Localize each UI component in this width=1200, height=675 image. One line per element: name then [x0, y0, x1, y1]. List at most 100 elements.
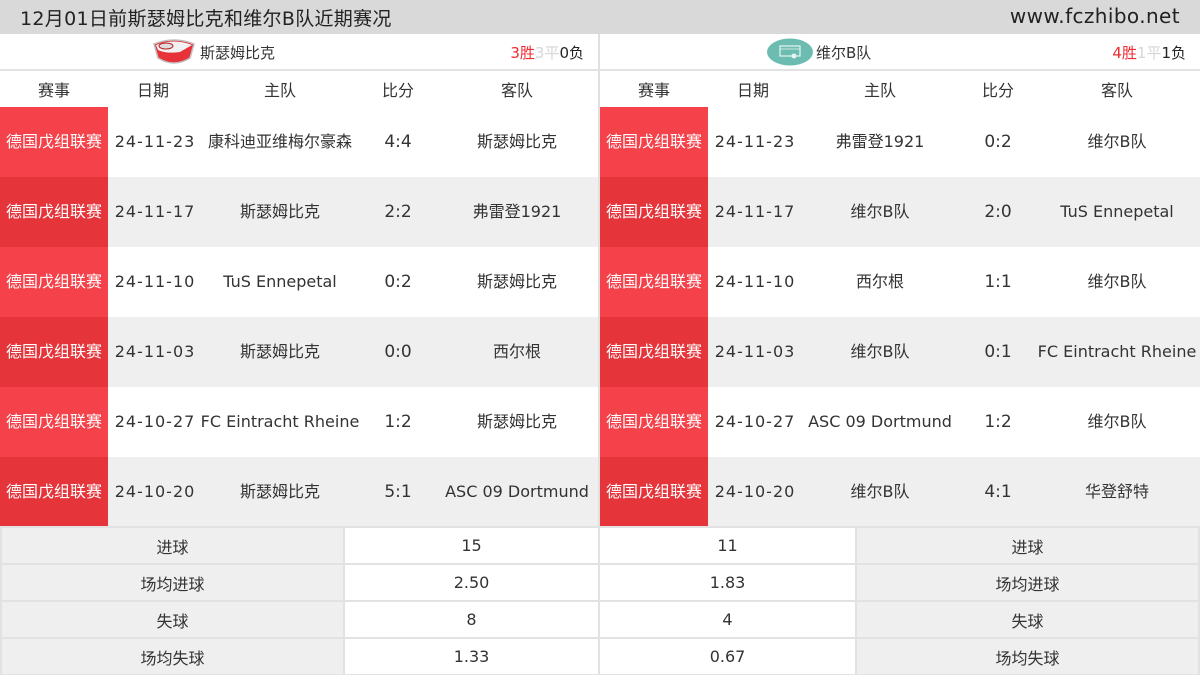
home-team-cell[interactable]: 维尔B队 — [798, 317, 962, 387]
right-stat-label: 进球 — [857, 528, 1198, 563]
league-cell[interactable]: 德国戊组联赛 — [600, 457, 708, 527]
record-wins: 3胜 — [510, 44, 535, 62]
match-row[interactable]: 德国戊组联赛 24-10-20 斯瑟姆比克 5:1 ASC 09 Dortmund — [0, 457, 598, 527]
team-name[interactable]: 维尔B队 — [816, 42, 871, 63]
page-title: 12月01日前斯瑟姆比克和维尔B队近期赛况 — [20, 8, 392, 30]
away-team-cell[interactable]: TuS Ennepetal — [1034, 177, 1200, 247]
away-team-cell[interactable]: 斯瑟姆比克 — [434, 107, 600, 177]
team-crest-icon — [150, 38, 198, 66]
match-row[interactable]: 德国戊组联赛 24-11-10 TuS Ennepetal 0:2 斯瑟姆比克 — [0, 247, 598, 317]
right-stat-label: 失球 — [857, 602, 1198, 637]
team-record: 3胜3平0负 — [510, 42, 584, 63]
away-team-cell[interactable]: 弗雷登1921 — [434, 177, 600, 247]
home-team-cell[interactable]: 西尔根 — [798, 247, 962, 317]
match-list: 德国戊组联赛 24-11-23 康科迪亚维梅尔豪森 4:4 斯瑟姆比克 德国戊组联赛 24-… — [0, 107, 598, 527]
score-cell: 0:2 — [384, 272, 412, 292]
right-stat-label: 场均失球 — [857, 639, 1198, 674]
score-cell: 4:1 — [984, 482, 1012, 502]
right-team-header: 维尔B队 4胜1平1负 — [600, 34, 1200, 71]
away-team-cell[interactable]: ASC 09 Dortmund — [434, 457, 600, 527]
home-team-cell[interactable]: 维尔B队 — [798, 457, 962, 527]
home-team-cell[interactable]: TuS Ennepetal — [198, 247, 362, 317]
date-cell: 24-10-27 — [714, 412, 796, 431]
league-cell[interactable]: 德国戊组联赛 — [600, 317, 708, 387]
home-team-cell[interactable]: 维尔B队 — [798, 177, 962, 247]
record-wins: 4胜 — [1112, 44, 1137, 62]
away-team-cell[interactable]: 华登舒特 — [1034, 457, 1200, 527]
record-losses: 1负 — [1161, 44, 1186, 62]
league-cell[interactable]: 德国戊组联赛 — [0, 457, 108, 527]
league-cell[interactable]: 德国戊组联赛 — [0, 247, 108, 317]
record-losses: 0负 — [559, 44, 584, 62]
left-stat-label: 失球 — [2, 602, 343, 637]
league-cell[interactable]: 德国戊组联赛 — [0, 387, 108, 457]
title-bar: 12月01日前斯瑟姆比克和维尔B队近期赛况 www.fczhibo.net — [0, 0, 1200, 34]
away-team-cell[interactable]: 斯瑟姆比克 — [434, 247, 600, 317]
match-row[interactable]: 德国戊组联赛 24-11-17 维尔B队 2:0 TuS Ennepetal — [600, 177, 1200, 247]
home-team-cell[interactable]: 斯瑟姆比克 — [198, 317, 362, 387]
right-stat-value: 1.83 — [600, 565, 855, 600]
date-cell: 24-10-20 — [714, 482, 796, 501]
team-record: 4胜1平1负 — [1112, 42, 1186, 63]
league-cell[interactable]: 德国戊组联赛 — [0, 317, 108, 387]
match-row[interactable]: 德国戊组联赛 24-10-20 维尔B队 4:1 华登舒特 — [600, 457, 1200, 527]
league-cell[interactable]: 德国戊组联赛 — [600, 247, 708, 317]
score-cell: 0:0 — [384, 342, 412, 362]
away-team-cell[interactable]: 维尔B队 — [1034, 387, 1200, 457]
league-cell[interactable]: 德国戊组联赛 — [600, 177, 708, 247]
match-row[interactable]: 德国戊组联赛 24-11-17 斯瑟姆比克 2:2 弗雷登1921 — [0, 177, 598, 247]
league-cell[interactable]: 德国戊组联赛 — [0, 107, 108, 177]
date-cell: 24-11-17 — [114, 202, 196, 221]
date-cell: 24-10-20 — [114, 482, 196, 501]
home-team-cell[interactable]: 斯瑟姆比克 — [198, 177, 362, 247]
match-row[interactable]: 德国戊组联赛 24-11-23 弗雷登1921 0:2 维尔B队 — [600, 107, 1200, 177]
away-team-cell[interactable]: FC Eintracht Rheine — [1034, 317, 1200, 387]
home-team-cell[interactable]: 斯瑟姆比克 — [198, 457, 362, 527]
date-cell: 24-11-03 — [114, 342, 196, 361]
league-cell[interactable]: 德国戊组联赛 — [0, 177, 108, 247]
away-team-cell[interactable]: 西尔根 — [434, 317, 600, 387]
score-cell: 0:1 — [984, 342, 1012, 362]
left-stat-label: 场均进球 — [2, 565, 343, 600]
col-header-away: 客队 — [500, 81, 533, 100]
right-stat-value: 4 — [600, 602, 855, 637]
match-row[interactable]: 德国戊组联赛 24-11-23 康科迪亚维梅尔豪森 4:4 斯瑟姆比克 — [0, 107, 598, 177]
home-team-cell[interactable]: FC Eintracht Rheine — [198, 387, 362, 457]
match-row[interactable]: 德国戊组联赛 24-10-27 FC Eintracht Rheine 1:2 斯瑟姆比… — [0, 387, 598, 457]
left-stat-value: 1.33 — [345, 639, 598, 674]
table-header: 赛事 日期 主队 比分 客队 — [0, 71, 598, 107]
match-row[interactable]: 德国戊组联赛 24-11-03 斯瑟姆比克 0:0 西尔根 — [0, 317, 598, 387]
site-url[interactable]: www.fczhibo.net — [1010, 4, 1180, 28]
away-team-cell[interactable]: 维尔B队 — [1034, 247, 1200, 317]
league-cell[interactable]: 德国戊组联赛 — [600, 107, 708, 177]
left-stat-value: 2.50 — [345, 565, 598, 600]
col-header-score: 比分 — [381, 81, 414, 100]
home-team-cell[interactable]: 弗雷登1921 — [798, 107, 962, 177]
score-cell: 5:1 — [384, 482, 412, 502]
away-team-cell[interactable]: 维尔B队 — [1034, 107, 1200, 177]
stat-row: 进球 15 11 进球 — [0, 528, 1200, 563]
record-draws: 3平 — [534, 44, 560, 62]
left-stat-value: 8 — [345, 602, 598, 637]
score-cell: 1:2 — [384, 412, 412, 432]
date-cell: 24-11-10 — [714, 272, 796, 291]
match-row[interactable]: 德国戊组联赛 24-11-03 维尔B队 0:1 FC Eintracht Rheine — [600, 317, 1200, 387]
right-stat-value: 0.67 — [600, 639, 855, 674]
team-badge-icon — [766, 38, 814, 66]
stats-table: 进球 15 11 进球 场均进球 2.50 1.83 场均进球 失球 8 4 失球 场均失球 1.33 0.… — [0, 526, 1200, 675]
home-team-cell[interactable]: ASC 09 Dortmund — [798, 387, 962, 457]
team-name[interactable]: 斯瑟姆比克 — [200, 42, 275, 63]
date-cell: 24-11-17 — [714, 202, 796, 221]
date-cell: 24-11-23 — [714, 132, 796, 151]
match-row[interactable]: 德国戊组联赛 24-11-10 西尔根 1:1 维尔B队 — [600, 247, 1200, 317]
date-cell: 24-11-10 — [114, 272, 196, 291]
match-list: 德国戊组联赛 24-11-23 弗雷登1921 0:2 维尔B队 德国戊组联赛 24-11-… — [600, 107, 1200, 527]
stat-row: 失球 8 4 失球 — [0, 602, 1200, 637]
away-team-cell[interactable]: 斯瑟姆比克 — [434, 387, 600, 457]
right-team-panel: 维尔B队 4胜1平1负 赛事 日期 主队 比分 客队 德国戊组联赛 24-11-2… — [600, 34, 1200, 527]
home-team-cell[interactable]: 康科迪亚维梅尔豪森 — [198, 107, 362, 177]
col-header-score: 比分 — [981, 81, 1014, 100]
col-header-date: 日期 — [736, 81, 769, 100]
league-cell[interactable]: 德国戊组联赛 — [600, 387, 708, 457]
match-row[interactable]: 德国戊组联赛 24-10-27 ASC 09 Dortmund 1:2 维尔B队 — [600, 387, 1200, 457]
